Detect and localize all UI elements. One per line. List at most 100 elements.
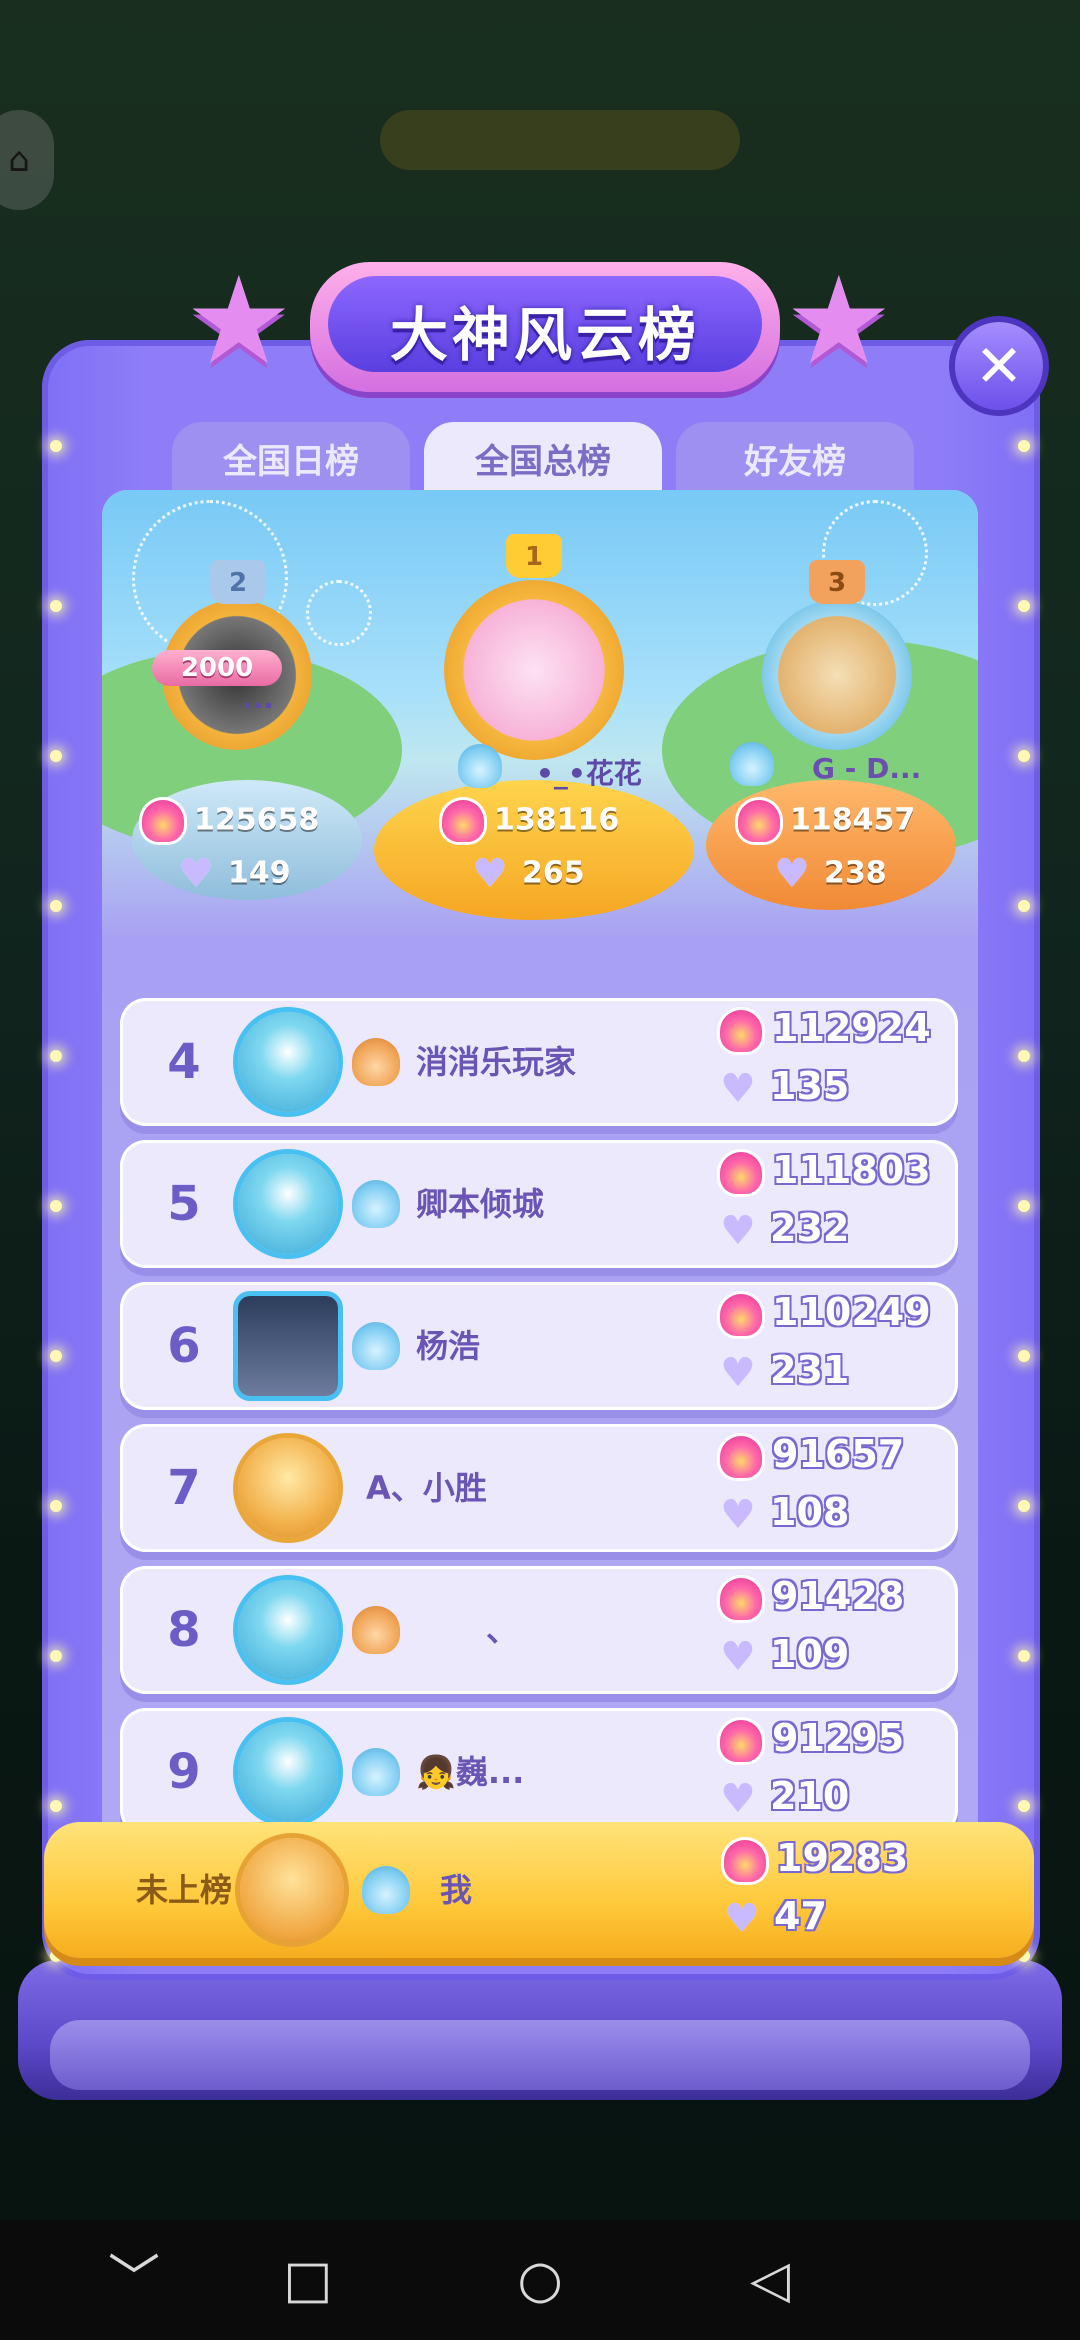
rank-number: 9 [167, 1744, 201, 1800]
my-rank-status: 未上榜 [136, 1871, 233, 1909]
list-item[interactable]: 5 卿本倾城 111803 ♥ 232 [120, 1140, 958, 1268]
flower-icon [142, 800, 184, 842]
avatar[interactable] [238, 1580, 338, 1680]
panel-stand-glow [50, 2020, 1030, 2090]
firework-icon [306, 580, 372, 646]
rank-number: 6 [167, 1318, 201, 1374]
my-score: 19283 [724, 1836, 908, 1882]
list-item[interactable]: 9 👧巍... 91295 ♥ 210 [120, 1708, 958, 1836]
player-name: 👧巍... [416, 1753, 525, 1791]
marquee-bulb [1018, 1800, 1030, 1812]
avatar[interactable] [238, 1438, 338, 1538]
podium-first-hearts: ♥ 265 [472, 851, 585, 897]
avatar[interactable] [238, 1012, 338, 1112]
marquee-bulb [1018, 750, 1030, 762]
flower-icon [720, 1435, 762, 1478]
avatar-first[interactable] [444, 580, 624, 760]
heart-icon: ♥ [720, 1775, 756, 1822]
player-score: 91657 [720, 1432, 904, 1478]
leaderboard-content: 2 2000 ... 125658 ♥ 149 1 •_•花花 138116 ♥ 2… [102, 490, 978, 1910]
title-plaque: 大神风云榜 [310, 262, 780, 392]
podium-first-name: •_•花花 [536, 757, 642, 790]
crown-icon: 3 [809, 560, 865, 604]
page-title: 大神风云榜 [389, 301, 700, 369]
list-item[interactable]: 7 A、小胜 91657 ♥ 108 [120, 1424, 958, 1552]
star-icon: ★ [785, 252, 893, 391]
player-score: 111803 [720, 1148, 931, 1194]
level-badge-icon [352, 1038, 400, 1086]
home-button[interactable]: ○ [480, 2220, 600, 2340]
level-badge-icon [352, 1322, 400, 1370]
marquee-bulb [50, 1350, 62, 1362]
heart-icon: ♥ [720, 1633, 756, 1680]
chevron-down-icon[interactable]: ﹀ [74, 2220, 194, 2340]
marquee-bulb [50, 750, 62, 762]
flower-icon [724, 1839, 766, 1882]
crown-icon: 2 [210, 560, 266, 604]
player-name: 消消乐玩家 [416, 1043, 577, 1081]
podium-second-name: ... [242, 682, 274, 715]
heart-icon: ♥ [720, 1065, 756, 1112]
level-badge-icon [730, 742, 774, 786]
flower-icon [720, 1719, 762, 1762]
title-plaque-inner: 大神风云榜 [328, 276, 762, 372]
marquee-bulb [1018, 600, 1030, 612]
marquee-bulb [50, 900, 62, 912]
heart-icon: ♥ [178, 851, 214, 897]
marquee-bulb [50, 1650, 62, 1662]
crown-icon: 1 [506, 534, 562, 578]
player-name: 卿本倾城 [416, 1185, 545, 1223]
level-badge-icon [352, 1180, 400, 1228]
heart-icon: ♥ [472, 851, 508, 897]
podium-second-hearts: ♥ 149 [178, 851, 291, 897]
marquee-bulb [50, 1050, 62, 1062]
list-item[interactable]: 8 、 91428 ♥ 109 [120, 1566, 958, 1694]
flower-icon [738, 800, 780, 842]
podium-second-score: 125658 [142, 800, 319, 842]
player-hearts: ♥ 210 [720, 1774, 850, 1822]
avatar[interactable] [238, 1296, 338, 1396]
player-name: A、小胜 [366, 1469, 487, 1507]
marquee-bulb [1018, 1950, 1030, 1962]
close-button[interactable]: ✕ [955, 322, 1043, 410]
my-hearts: ♥ 47 [724, 1894, 827, 1942]
level-badge-icon [362, 1866, 410, 1914]
star-icon: ★ [185, 252, 293, 391]
my-name: 我 [440, 1871, 473, 1909]
marquee-bulb [50, 440, 62, 452]
flower-icon [720, 1009, 762, 1052]
rank-number: 5 [167, 1176, 201, 1232]
level-badge-icon [352, 1748, 400, 1796]
level-badge-icon [352, 1606, 400, 1654]
marquee-bulb [50, 1200, 62, 1212]
player-score: 112924 [720, 1006, 931, 1052]
player-hearts: ♥ 135 [720, 1064, 850, 1112]
marquee-bulb [1018, 1500, 1030, 1512]
flower-icon [720, 1577, 762, 1620]
podium-third-hearts: ♥ 238 [774, 851, 887, 897]
my-avatar[interactable] [240, 1838, 344, 1942]
marquee-bulb [1018, 900, 1030, 912]
list-item[interactable]: 6 杨浩 110249 ♥ 231 [120, 1282, 958, 1410]
heart-icon: ♥ [720, 1207, 756, 1254]
marquee-bulb [50, 1500, 62, 1512]
flower-icon [720, 1151, 762, 1194]
avatar[interactable] [238, 1722, 338, 1822]
back-button[interactable]: ◁ [710, 2220, 830, 2340]
podium-first-score: 138116 [442, 800, 619, 842]
list-item[interactable]: 4 消消乐玩家 112924 ♥ 135 [120, 998, 958, 1126]
rank-number: 4 [167, 1034, 201, 1090]
podium-third-score: 118457 [738, 800, 915, 842]
avatar-third[interactable] [762, 600, 912, 750]
player-score: 91428 [720, 1574, 904, 1620]
my-rank-bar[interactable]: 未上榜 我 19283 ♥ 47 [44, 1822, 1034, 1958]
player-name: 、 [486, 1611, 519, 1649]
rank-number: 8 [167, 1602, 201, 1658]
recent-apps-button[interactable]: □ [248, 2220, 368, 2340]
player-hearts: ♥ 231 [720, 1348, 850, 1396]
player-score: 91295 [720, 1716, 904, 1762]
level-badge-icon [458, 744, 502, 788]
avatar[interactable] [238, 1154, 338, 1254]
marquee-bulb [1018, 1650, 1030, 1662]
rank-number: 7 [167, 1460, 201, 1516]
